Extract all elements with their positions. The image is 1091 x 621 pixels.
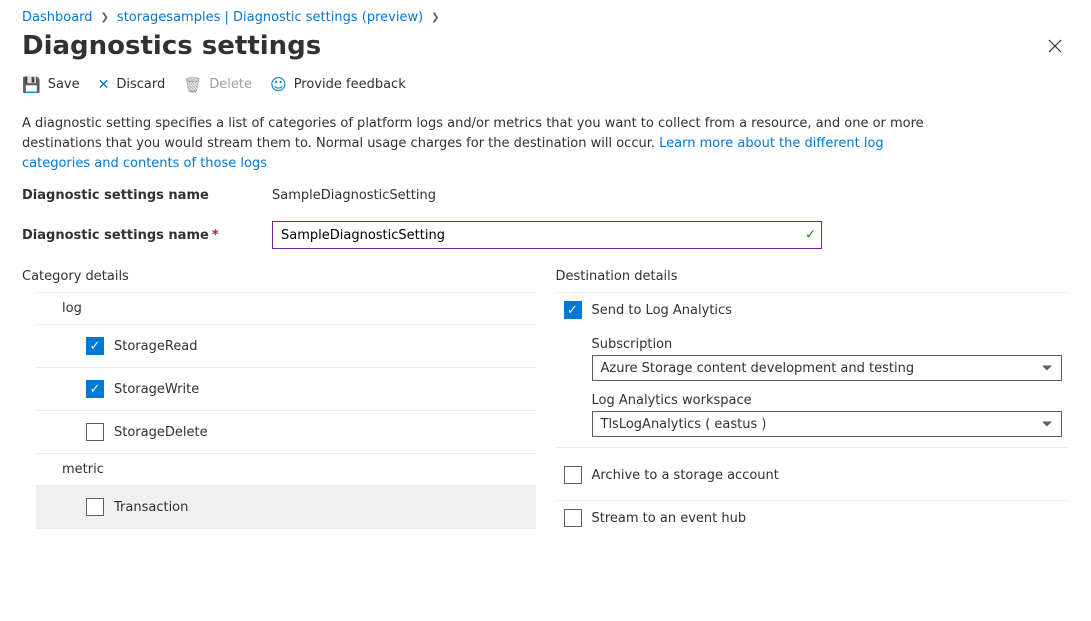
save-button[interactable]: Save xyxy=(22,76,80,94)
log-section-label: log xyxy=(36,292,536,325)
delete-icon xyxy=(183,76,202,94)
delete-button: Delete xyxy=(183,76,252,94)
subscription-label: Subscription xyxy=(592,337,1070,352)
close-button[interactable] xyxy=(1041,32,1069,60)
toolbar: Save Discard Delete Provide feedback xyxy=(22,69,1069,104)
breadcrumb-dashboard[interactable]: Dashboard xyxy=(22,10,93,25)
chevron-right-icon: ❯ xyxy=(431,12,439,23)
metric-section-label: metric xyxy=(36,454,536,486)
workspace-label: Log Analytics workspace xyxy=(592,393,1070,408)
valid-check-icon: ✓ xyxy=(805,228,816,243)
log-option-storagewrite[interactable]: StorageWrite xyxy=(36,368,536,411)
checkbox-checked-icon[interactable] xyxy=(86,380,104,398)
log-option-storagedelete[interactable]: StorageDelete xyxy=(36,411,536,454)
dest-stream-eventhub[interactable]: Stream to an event hub xyxy=(556,501,1070,535)
setting-name-value: SampleDiagnosticSetting xyxy=(272,188,436,203)
metric-option-transaction[interactable]: Transaction xyxy=(36,486,536,529)
checkbox-unchecked-icon[interactable] xyxy=(86,498,104,516)
discard-label: Discard xyxy=(116,77,165,92)
feedback-label: Provide feedback xyxy=(294,77,406,92)
feedback-button[interactable]: Provide feedback xyxy=(270,75,406,94)
save-label: Save xyxy=(48,77,80,92)
close-icon xyxy=(1048,39,1062,53)
checkbox-unchecked-icon[interactable] xyxy=(86,423,104,441)
category-details-title: Category details xyxy=(22,269,536,284)
workspace-select[interactable]: TlsLogAnalytics ( eastus ) xyxy=(592,411,1062,437)
discard-icon xyxy=(98,77,110,93)
discard-button[interactable]: Discard xyxy=(98,77,166,93)
page-title: Diagnostics settings xyxy=(22,31,321,61)
breadcrumb: Dashboard ❯ storagesamples | Diagnostic … xyxy=(22,10,1069,25)
setting-name-input[interactable] xyxy=(272,221,822,249)
breadcrumb-resource[interactable]: storagesamples | Diagnostic settings (pr… xyxy=(117,10,423,25)
feedback-icon xyxy=(270,75,287,94)
chevron-right-icon: ❯ xyxy=(101,12,109,23)
checkbox-unchecked-icon[interactable] xyxy=(564,509,582,527)
log-option-storageread[interactable]: StorageRead xyxy=(36,325,536,368)
checkbox-checked-icon[interactable] xyxy=(564,301,582,319)
dest-send-log-analytics[interactable]: Send to Log Analytics xyxy=(556,293,1070,327)
delete-label: Delete xyxy=(209,77,252,92)
description-text: A diagnostic setting specifies a list of… xyxy=(22,114,942,174)
dest-archive-storage[interactable]: Archive to a storage account xyxy=(556,458,1070,492)
destination-details-title: Destination details xyxy=(556,269,1070,284)
category-details-column: Category details log StorageRead Storage… xyxy=(22,269,536,535)
subscription-select[interactable]: Azure Storage content development and te… xyxy=(592,355,1062,381)
setting-name-input-label: Diagnostic settings name* xyxy=(22,228,272,243)
save-icon xyxy=(22,76,41,94)
setting-name-label: Diagnostic settings name xyxy=(22,188,272,203)
checkbox-unchecked-icon[interactable] xyxy=(564,466,582,484)
checkbox-checked-icon[interactable] xyxy=(86,337,104,355)
destination-details-column: Destination details Send to Log Analytic… xyxy=(556,269,1070,535)
